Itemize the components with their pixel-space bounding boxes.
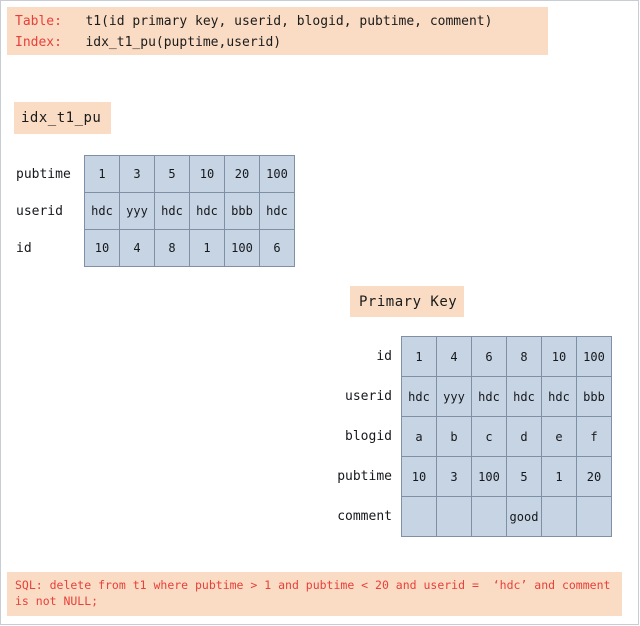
pk-cell [471,496,507,537]
index-name-chip: idx_t1_pu [14,102,111,134]
index-cell: 3 [119,155,155,193]
pk-cell: 1 [401,336,437,377]
index-definition-line: Index: idx_t1_pu(puptime,userid) [15,32,540,53]
pk-row-label-userid: userid [345,389,392,404]
pk-row-label-id: id [376,349,392,364]
pk-cell: bbb [576,376,612,417]
index-cell: 100 [259,155,295,193]
index-cell: yyy [119,192,155,230]
pk-cell: hdc [471,376,507,417]
index-cell: hdc [84,192,120,230]
index-cell: 4 [119,229,155,267]
pk-cell: 100 [471,456,507,497]
pk-row-label-blogid: blogid [345,429,392,444]
pk-cell [401,496,437,537]
table-row: id 1 4 6 8 10 100 [322,336,612,377]
table-row: blogid a b c d e f [322,416,612,457]
index-row-label-pubtime: pubtime [16,166,71,182]
pk-cell: 4 [436,336,472,377]
sql-statement-banner: SQL: delete from t1 where pubtime > 1 an… [7,572,622,616]
pk-cell: a [401,416,437,457]
pk-cell [436,496,472,537]
index-cell: 1 [189,229,225,267]
primary-key-chip: Primary Key [350,286,464,317]
pk-cell [541,496,577,537]
pk-cell: 3 [436,456,472,497]
pk-row-label-comment: comment [337,509,392,524]
index-cell: 20 [224,155,260,193]
index-cell: 100 [224,229,260,267]
pk-cell: 6 [471,336,507,377]
pk-cell: b [436,416,472,457]
pk-cell: 8 [506,336,542,377]
primary-key-chip-label: Primary Key [359,293,458,310]
pk-cell: 1 [541,456,577,497]
pk-cell: f [576,416,612,457]
index-cell: hdc [259,192,295,230]
index-cell: hdc [154,192,190,230]
index-keyword-label: Index: [15,35,62,50]
pk-row-label-pubtime: pubtime [337,469,392,484]
index-entries-table: pubtime 1 3 5 10 20 100 userid hdc yyy h… [16,155,295,267]
index-cell: 1 [84,155,120,193]
pk-cell: good [506,496,542,537]
pk-cell: 5 [506,456,542,497]
index-table-body: pubtime 1 3 5 10 20 100 userid hdc yyy h… [16,155,295,267]
table-row: userid hdc yyy hdc hdc hdc bbb [322,376,612,417]
index-cell: 8 [154,229,190,267]
pk-cell: c [471,416,507,457]
table-row: id 10 4 8 1 100 6 [16,229,295,267]
index-cell: hdc [189,192,225,230]
table-definition-text: t1(id primary key, userid, blogid, pubti… [85,14,493,29]
pk-cell: 10 [541,336,577,377]
index-row-label-id: id [16,240,32,256]
sql-statement-text: SQL: delete from t1 where pubtime > 1 an… [15,578,618,608]
pk-cell: 20 [576,456,612,497]
index-cell: 6 [259,229,295,267]
pk-cell: yyy [436,376,472,417]
index-row-label-userid: userid [16,203,63,219]
index-cell: 5 [154,155,190,193]
pk-cell: d [506,416,542,457]
index-name-chip-label: idx_t1_pu [21,110,102,126]
pk-cell: 100 [576,336,612,377]
index-cell: bbb [224,192,260,230]
pk-cell: 10 [401,456,437,497]
schema-definition-banner: Table: t1(id primary key, userid, blogid… [7,7,548,55]
table-row: userid hdc yyy hdc hdc bbb hdc [16,192,295,230]
index-cell: 10 [84,229,120,267]
table-keyword-label: Table: [15,14,62,29]
primary-key-rows-table: id 1 4 6 8 10 100 userid hdc yyy hdc hdc… [322,336,612,537]
pk-cell: hdc [506,376,542,417]
index-cell: 10 [189,155,225,193]
pk-cell: hdc [541,376,577,417]
table-row: comment good [322,496,612,537]
primary-key-table-body: id 1 4 6 8 10 100 userid hdc yyy hdc hdc… [322,336,612,537]
table-definition-line: Table: t1(id primary key, userid, blogid… [15,11,540,32]
pk-cell [576,496,612,537]
table-row: pubtime 1 3 5 10 20 100 [16,155,295,193]
table-row: pubtime 10 3 100 5 1 20 [322,456,612,497]
pk-cell: hdc [401,376,437,417]
pk-cell: e [541,416,577,457]
index-definition-text: idx_t1_pu(puptime,userid) [85,35,282,50]
